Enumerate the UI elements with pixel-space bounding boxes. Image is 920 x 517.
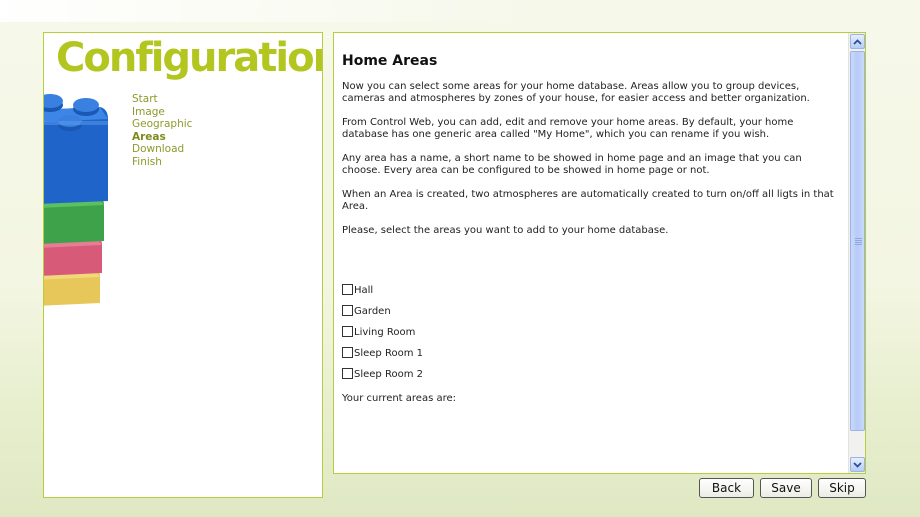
page-title: Home Areas: [342, 53, 438, 69]
nav-item-geographic[interactable]: Geographic: [132, 118, 192, 131]
atmospheres-paragraph: When an Area is created, two atmospheres…: [342, 189, 834, 212]
content-panel: Home Areas Now you can select some areas…: [333, 32, 866, 474]
nav-item-image[interactable]: Image: [132, 106, 192, 119]
content-scroll-area[interactable]: Home Areas Now you can select some areas…: [342, 33, 842, 473]
area-label: Living Room: [354, 327, 416, 338]
area-label: Sleep Room 2: [354, 369, 423, 380]
area-label: Hall: [354, 285, 374, 296]
skip-button[interactable]: Skip: [818, 478, 866, 498]
scrollbar-thumb[interactable]: [850, 51, 865, 431]
select-instruction: Please, select the areas you want to add…: [342, 225, 669, 236]
area-option-living-room[interactable]: Living Room: [342, 318, 842, 339]
lego-bricks-image: [44, 94, 108, 306]
defaults-paragraph: From Control Web, you can add, edit and …: [342, 117, 794, 140]
sidebar-title: Configuration: [56, 35, 323, 81]
nav-item-download[interactable]: Download: [132, 143, 192, 156]
sleep-room-1-checkbox[interactable]: [342, 347, 353, 358]
nav-item-areas[interactable]: Areas: [132, 131, 192, 144]
wizard-buttons: Back Save Skip: [699, 478, 866, 498]
scroll-down-button[interactable]: [850, 457, 865, 472]
save-button[interactable]: Save: [760, 478, 812, 498]
vertical-scrollbar[interactable]: [848, 33, 865, 473]
garden-checkbox[interactable]: [342, 305, 353, 316]
sleep-room-2-checkbox[interactable]: [342, 368, 353, 379]
hall-checkbox[interactable]: [342, 284, 353, 295]
nav-item-start[interactable]: Start: [132, 93, 192, 106]
area-option-sleep-room-1[interactable]: Sleep Room 1: [342, 339, 842, 360]
area-option-garden[interactable]: Garden: [342, 297, 842, 318]
living-room-checkbox[interactable]: [342, 326, 353, 337]
current-areas-label: Your current areas are:: [342, 393, 457, 404]
scroll-up-button[interactable]: [850, 34, 865, 49]
sidebar-nav: Start Image Geographic Areas Download Fi…: [132, 93, 192, 168]
nav-item-finish[interactable]: Finish: [132, 156, 192, 169]
area-label: Sleep Room 1: [354, 348, 423, 359]
header-glow: [0, 0, 560, 22]
grip-icon: [855, 238, 862, 246]
chevron-up-icon: [853, 38, 862, 45]
areas-checkbox-list: Hall Garden Living Room Sleep Room 1 Sle…: [342, 276, 842, 381]
chevron-down-icon: [853, 461, 862, 468]
intro-paragraph: Now you can select some areas for your h…: [342, 81, 810, 104]
back-button[interactable]: Back: [699, 478, 754, 498]
area-option-sleep-room-2[interactable]: Sleep Room 2: [342, 360, 842, 381]
area-option-hall[interactable]: Hall: [342, 276, 842, 297]
area-label: Garden: [354, 306, 391, 317]
area-properties-paragraph: Any area has a name, a short name to be …: [342, 153, 802, 176]
sidebar-panel: Configuration Start Image Geographic Are…: [43, 32, 323, 498]
